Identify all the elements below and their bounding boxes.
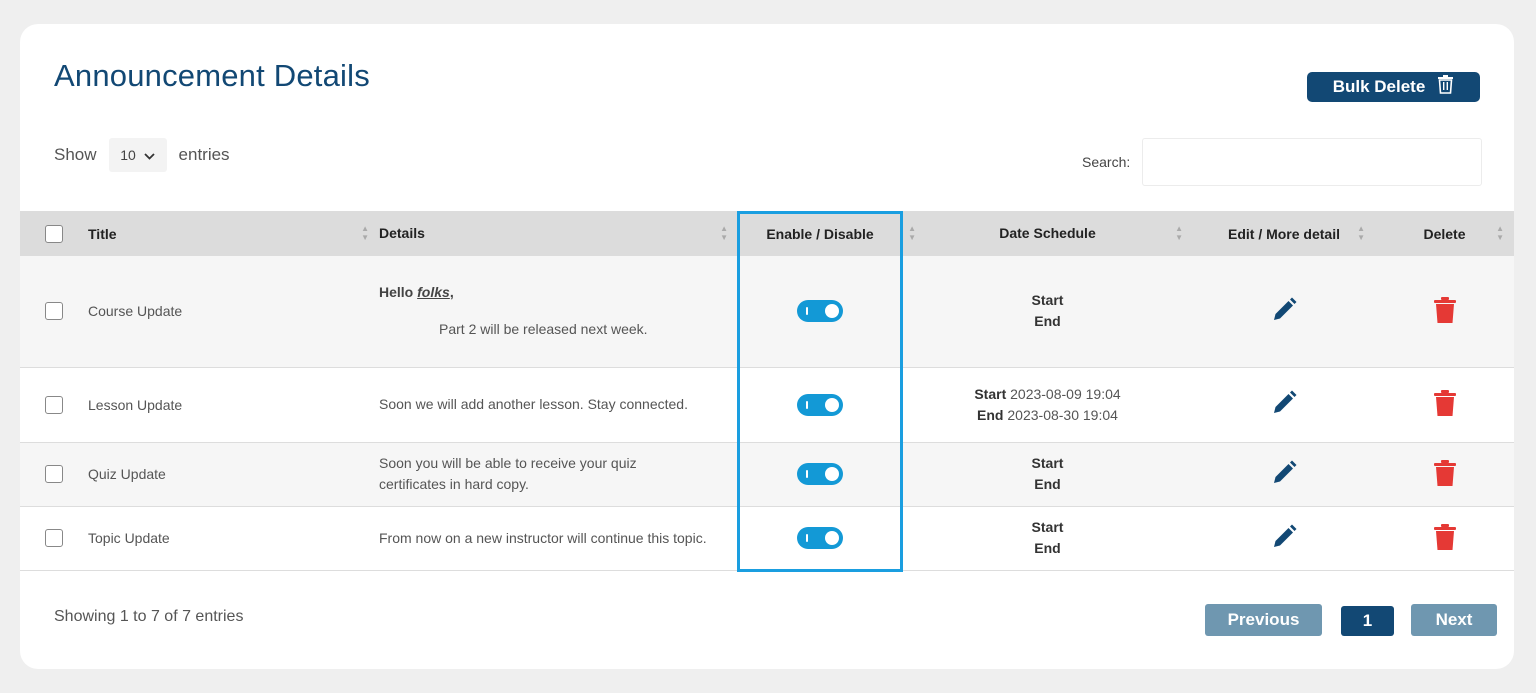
enable-toggle[interactable] [797,393,843,416]
row-details: From now on a new instructor will contin… [379,529,707,546]
search-label: Search: [1082,154,1131,170]
enable-column-header[interactable]: Enable / Disable ▲ ▼ [738,211,916,256]
bulk-delete-label: Bulk Delete [1332,77,1426,96]
row-title: Course Update [88,303,183,320]
title-column-header[interactable]: Title ▲ ▼ [88,211,379,256]
page-1-button[interactable]: 1 [1341,606,1394,636]
trash-icon[interactable] [1433,296,1456,326]
end-label: End [1034,476,1061,492]
select-all-checkbox[interactable] [45,224,63,243]
pencil-icon[interactable] [1271,524,1297,553]
row-title: Quiz Update [88,466,166,482]
trash-icon [1437,75,1454,99]
pencil-icon[interactable] [1271,390,1297,419]
row-checkbox[interactable] [45,395,63,414]
previous-page-button[interactable]: Previous [1205,604,1322,636]
row-checkbox[interactable] [45,302,63,321]
trash-icon[interactable] [1433,390,1456,419]
trash-icon[interactable] [1433,523,1456,553]
start-label: Start [1031,519,1064,535]
details-punctuation: , [449,284,454,301]
bulk-delete-button[interactable]: Bulk Delete [1307,72,1480,102]
table-header-row: Title ▲ ▼ Details ▲ ▼ Enable / Disable ▲ ▼ … [20,211,1514,256]
start-label: Start [974,385,1007,402]
start-value: 2023-08-09 19:04 [1010,385,1121,402]
row-title: Topic Update [88,530,170,546]
start-label: Start [1031,292,1064,309]
sort-icon: ▲ ▼ [720,224,728,242]
enable-header-label: Enable / Disable [766,225,874,242]
date-header-label: Date Schedule [999,225,1096,241]
search-control: Search: [1082,138,1483,186]
date-schedule: Start End [902,256,1193,367]
search-input[interactable] [1142,138,1483,186]
trash-icon[interactable] [1433,459,1456,489]
page-title: Announcement Details [54,58,370,93]
announcement-card: Announcement Details Bulk Delete Show 10… [20,24,1514,669]
date-schedule: Start End [902,506,1193,570]
date-schedule-column-header[interactable]: Date Schedule ▲ ▼ [902,211,1193,256]
end-label: End [1034,540,1061,556]
row-details: Soon you will be able to receive your qu… [379,455,637,492]
date-schedule: Start End [902,442,1193,506]
row-details: Hello folks, Part 2 will be released nex… [379,256,738,367]
table-row: Course Update Hello folks, Part 2 will b… [20,256,1514,367]
sort-icon: ▲ ▼ [361,224,369,242]
enable-toggle[interactable] [797,300,843,323]
start-label: Start [1031,455,1064,471]
row-checkbox[interactable] [45,529,63,548]
details-line-2: Part 2 will be released next week. [439,321,648,338]
delete-header-label: Delete [1423,225,1466,242]
edit-header-label: Edit / More detail [1227,225,1340,242]
end-label: End [1034,313,1061,330]
row-details: Soon we will add another lesson. Stay co… [379,396,688,412]
row-checkbox[interactable] [45,465,63,484]
entries-label: entries [178,145,230,164]
details-column-header[interactable]: Details ▲ ▼ [379,211,738,256]
entries-control: Show 10 entries [54,138,230,172]
table-row: Quiz Update Soon you will be able to rec… [20,442,1514,506]
show-label: Show [54,145,97,164]
edit-column-header[interactable]: Edit / More detail ▲ ▼ [1193,211,1375,256]
pencil-icon[interactable] [1271,297,1297,326]
end-label: End [977,406,1004,423]
details-emphasis: folks [417,284,450,301]
details-greeting: Hello [379,284,418,301]
table-info: Showing 1 to 7 of 7 entries [54,608,244,625]
select-all-header [20,211,88,256]
sort-icon: ▲ ▼ [1496,224,1504,242]
entries-select[interactable]: 10 [108,138,167,172]
table-row: Topic Update From now on a new instructo… [20,506,1514,570]
sort-icon: ▲ ▼ [1357,224,1365,242]
enable-toggle[interactable] [797,463,843,485]
pencil-icon[interactable] [1271,460,1297,489]
entries-select-value: 10 [120,147,136,163]
row-title: Lesson Update [88,396,183,413]
table-row: Lesson Update Soon we will add another l… [20,367,1514,442]
details-header-label: Details [379,225,425,241]
enable-toggle[interactable] [797,527,843,549]
chevron-down-icon [144,147,155,163]
end-value: 2023-08-30 19:04 [1007,406,1118,423]
sort-icon: ▲ ▼ [1175,224,1183,242]
delete-column-header[interactable]: Delete ▲ ▼ [1375,211,1514,256]
title-header-label: Title [88,225,117,242]
announcements-table: Title ▲ ▼ Details ▲ ▼ Enable / Disable ▲ ▼ … [20,211,1514,571]
next-page-button[interactable]: Next [1411,604,1497,636]
date-schedule: Start 2023-08-09 19:04 End 2023-08-30 19… [902,367,1193,442]
